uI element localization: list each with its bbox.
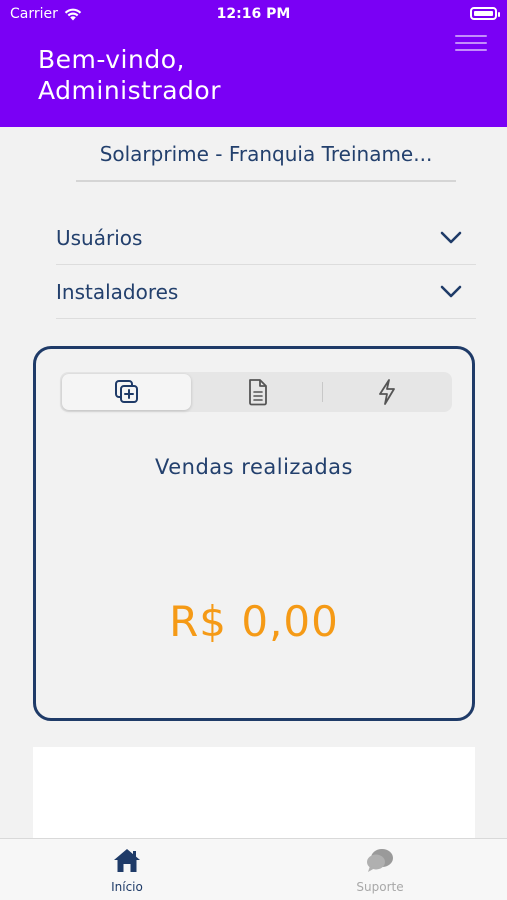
sales-card: Vendas realizadas R$ 0,00 (33, 346, 475, 721)
content-panel (33, 747, 475, 839)
accordion-label: Instaladores (56, 279, 179, 304)
welcome-message: Bem-vindo, Administrador (38, 44, 221, 106)
company-selector[interactable]: Solarprime - Franquia Treiname... (76, 140, 456, 182)
tab-inicio[interactable]: Início (72, 847, 182, 894)
welcome-line-2: Administrador (38, 76, 221, 105)
chevron-down-icon (440, 231, 462, 243)
sales-value: R$ 0,00 (169, 597, 339, 646)
accordion-label: Usuários (56, 225, 143, 250)
tab-bar: Início Suporte (0, 838, 507, 900)
hamburger-icon[interactable] (455, 35, 487, 55)
add-documents-icon (114, 380, 138, 403)
welcome-line-1: Bem-vindo, (38, 45, 185, 74)
status-time: 12:16 PM (216, 6, 291, 22)
tab-label: Início (111, 880, 143, 894)
sales-title: Vendas realizadas (155, 455, 353, 479)
status-bar: Carrier 12:16 PM (0, 0, 507, 28)
home-icon (114, 849, 140, 872)
accordion-usuarios[interactable]: Usuários (56, 211, 476, 265)
segment-divider (322, 382, 323, 402)
chat-bubbles-icon (367, 849, 393, 872)
battery-icon (470, 7, 500, 20)
segmented-control (60, 372, 452, 412)
app-header: Carrier 12:16 PM Bem-vindo, Administrado… (0, 0, 507, 127)
lightning-icon (379, 379, 396, 405)
segment-documents[interactable] (193, 372, 322, 412)
segment-sales[interactable] (62, 374, 192, 410)
chevron-down-icon (440, 285, 462, 297)
tab-suporte[interactable]: Suporte (325, 847, 435, 894)
segment-energy[interactable] (323, 372, 452, 412)
company-name: Solarprime - Franquia Treiname... (99, 142, 433, 166)
accordion-instaladores[interactable]: Instaladores (56, 265, 476, 319)
document-icon (249, 379, 267, 406)
tab-label: Suporte (356, 880, 404, 894)
